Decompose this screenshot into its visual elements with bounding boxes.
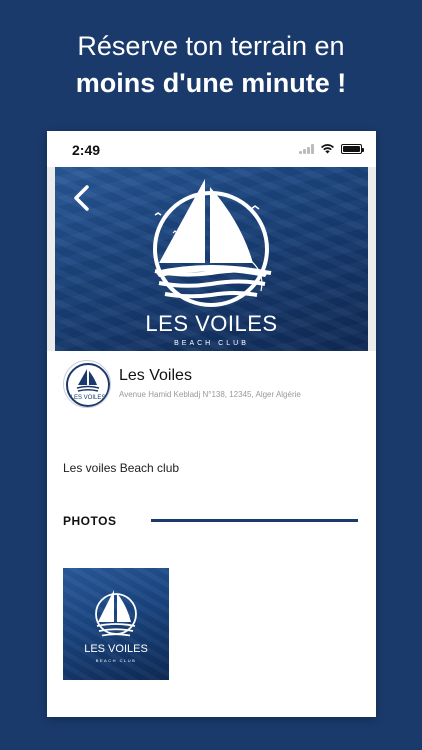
banner-title: LES VOILES	[145, 311, 278, 336]
signal-icon	[299, 143, 314, 154]
club-address: Avenue Hamid Kebladj N°138, 12345, Alger…	[119, 390, 301, 399]
svg-text:LES VOILES: LES VOILES	[71, 395, 106, 401]
club-header: LES VOILES Les Voiles Avenue Hamid Kebla…	[63, 360, 363, 412]
photos-section-title: PHOTOS	[63, 514, 117, 528]
banner-subtitle: BEACH CLUB	[174, 340, 249, 347]
sailboat-logo-icon	[95, 590, 137, 637]
status-bar: 2:49	[47, 131, 376, 167]
status-time: 2:49	[72, 142, 101, 158]
headline-line-1: Réserve ton terrain en	[77, 31, 345, 61]
promo-headline: Réserve ton terrain en moins d'une minut…	[0, 28, 422, 102]
club-avatar: LES VOILES	[63, 360, 111, 408]
carousel-edge-left	[47, 167, 55, 351]
wifi-icon	[321, 144, 334, 154]
back-button[interactable]	[67, 181, 97, 215]
club-name: Les Voiles	[119, 367, 192, 384]
status-icons	[299, 143, 364, 154]
battery-icon	[341, 143, 364, 154]
photo-thumbnail[interactable]: LES VOILES BEACH CLUB	[63, 568, 169, 680]
carousel-edge-right	[368, 167, 376, 351]
club-banner-image: LES VOILES BEACH CLUB	[55, 167, 368, 351]
photo-title: LES VOILES	[84, 643, 148, 655]
club-description: Les voiles Beach club	[63, 461, 180, 475]
photos-divider	[151, 519, 358, 522]
club-logo-icon: LES VOILES	[66, 363, 110, 407]
headline-line-2: moins d'une minute !	[75, 68, 347, 98]
chevron-left-icon	[74, 185, 89, 211]
photo-subtitle: BEACH CLUB	[95, 658, 137, 663]
phone-screen: 2:49 LES VOILES BEACH CLUB LES VOILES Le…	[47, 131, 376, 717]
